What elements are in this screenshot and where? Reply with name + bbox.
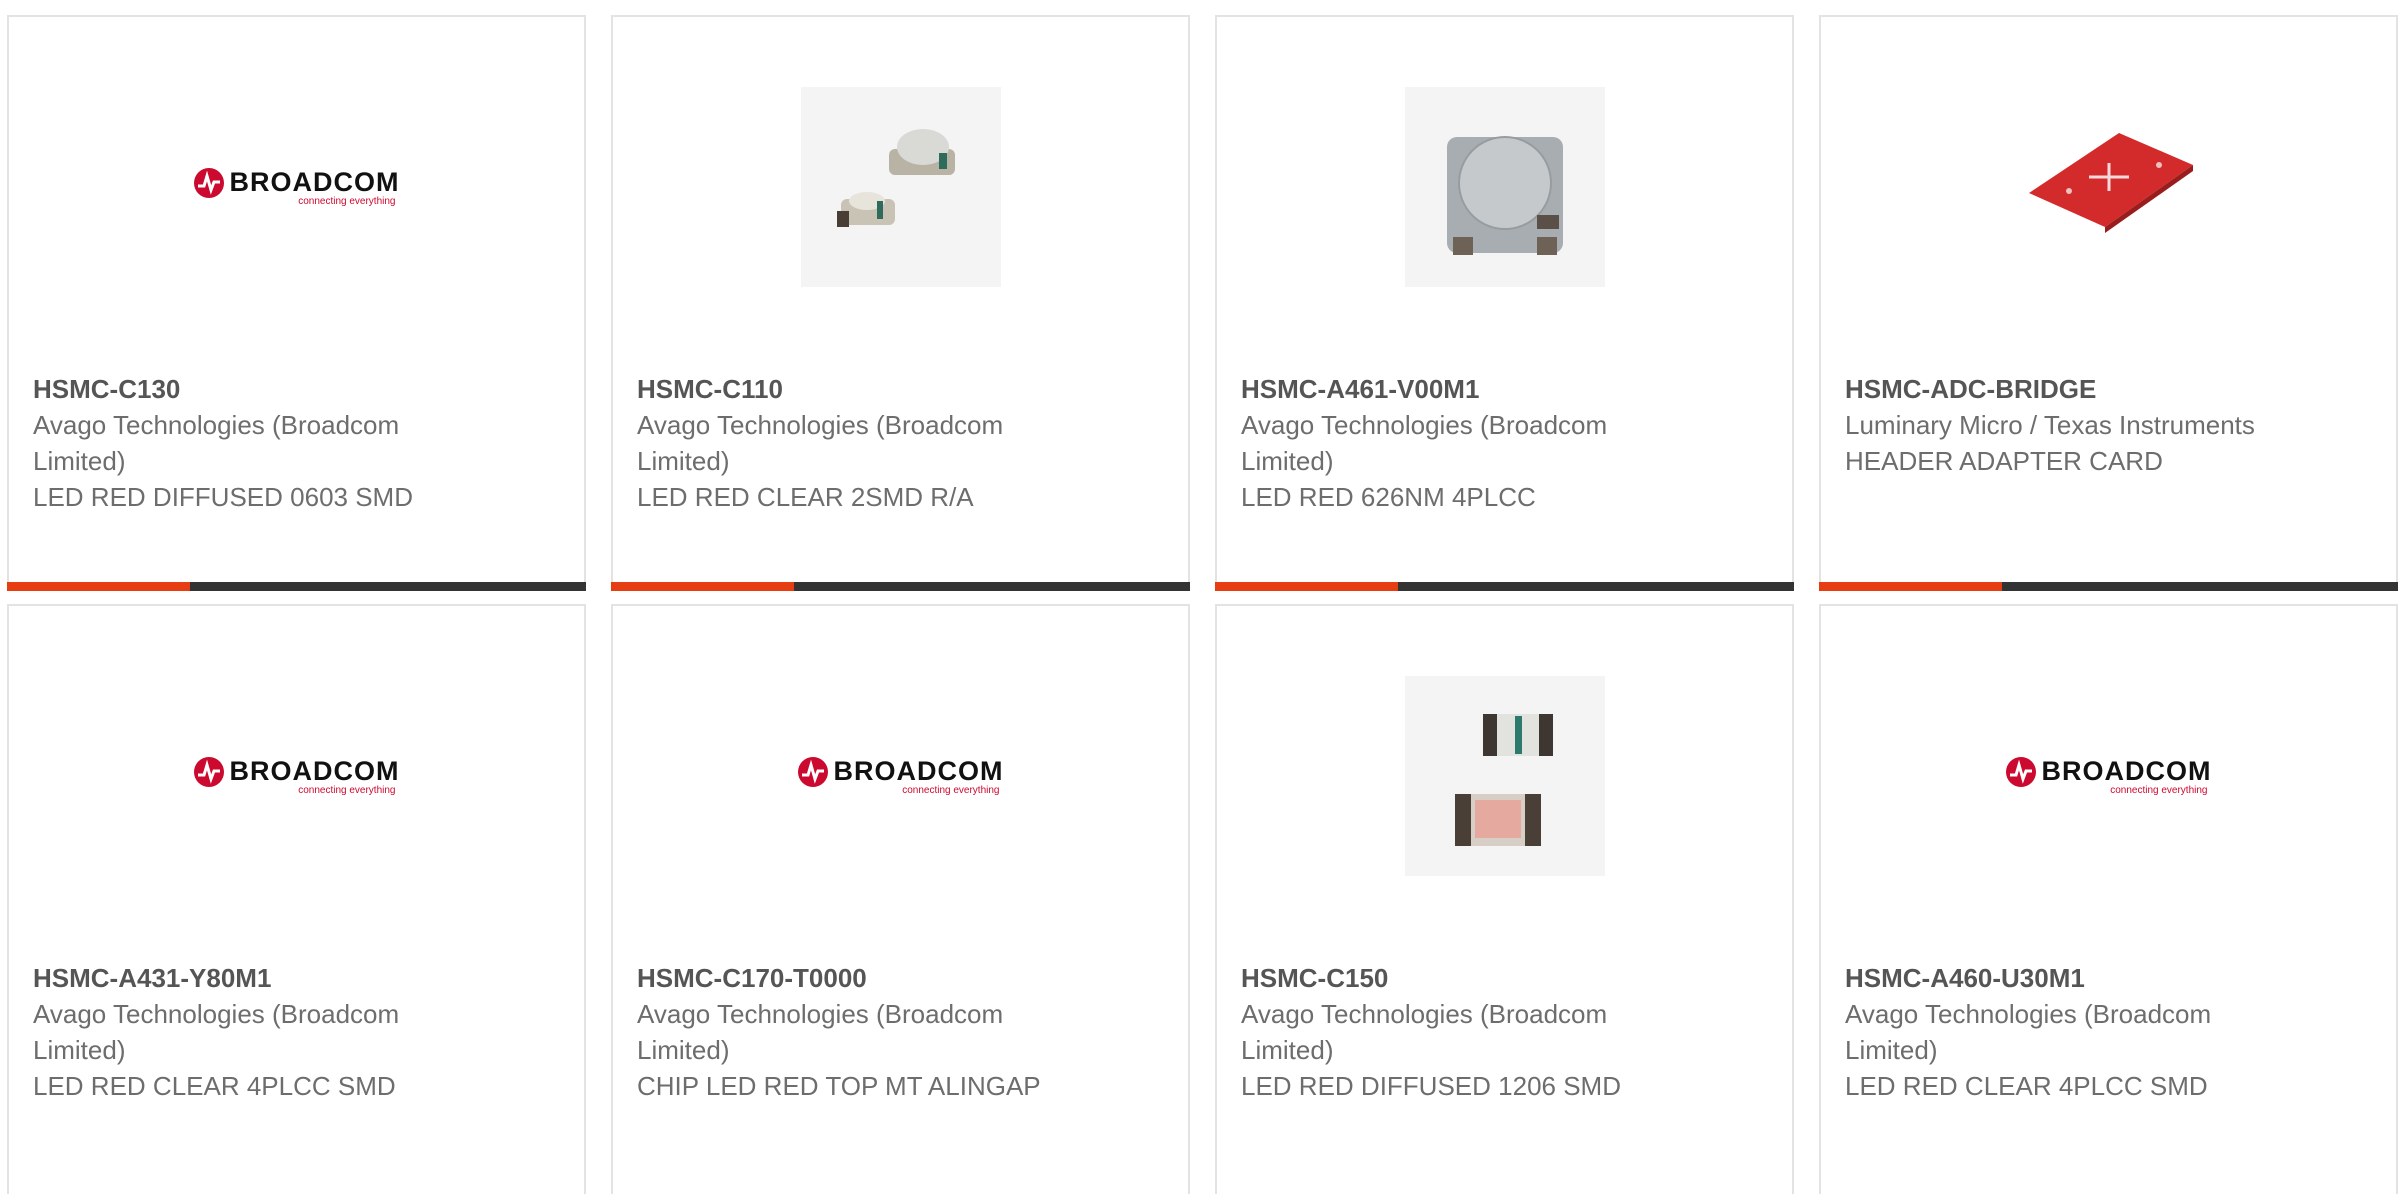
part-number[interactable]: HSMC-ADC-BRIDGE (1845, 371, 2285, 407)
part-number[interactable]: HSMC-C170-T0000 (637, 960, 1077, 996)
card-accent-bar (1819, 582, 2398, 591)
manufacturer: Avago Technologies (Broadcom Limited) (637, 999, 1004, 1065)
product-image[interactable] (1821, 17, 2396, 357)
part-number[interactable]: HSMC-C110 (637, 371, 1077, 407)
manufacturer: Avago Technologies (Broadcom Limited) (33, 999, 400, 1065)
manufacturer: Avago Technologies (Broadcom Limited) (637, 410, 1004, 476)
product-image[interactable]: BROADCOM connecting everything (1821, 606, 2396, 946)
broadcom-mark-icon (797, 756, 828, 787)
manufacturer: Avago Technologies (Broadcom Limited) (1241, 410, 1608, 476)
broadcom-logo: BROADCOM connecting everything (797, 756, 1004, 796)
part-number[interactable]: HSMC-A460-U30M1 (1845, 960, 2285, 996)
product-image[interactable]: BROADCOM connecting everything (9, 17, 584, 357)
description: CHIP LED RED TOP MT ALINGAP (637, 1071, 1041, 1101)
part-number[interactable]: HSMC-A461-V00M1 (1241, 371, 1681, 407)
product-card[interactable]: BROADCOM connecting everything HSMC-C170… (611, 604, 1190, 1194)
manufacturer: Luminary Micro / Texas Instruments (1845, 410, 2255, 440)
broadcom-logo: BROADCOM connecting everything (193, 756, 400, 796)
card-accent-bar (611, 582, 1190, 591)
part-number[interactable]: HSMC-C130 (33, 371, 473, 407)
product-image[interactable] (1217, 17, 1792, 357)
description: LED RED 626NM 4PLCC (1241, 482, 1536, 512)
plcc-dome-led-photo (1404, 87, 1605, 287)
description: LED RED DIFFUSED 0603 SMD (33, 482, 413, 512)
card-accent-bar (1215, 582, 1794, 591)
manufacturer: Avago Technologies (Broadcom Limited) (1241, 999, 1608, 1065)
part-number[interactable]: HSMC-A431-Y80M1 (33, 960, 473, 996)
broadcom-logo: BROADCOM connecting everything (193, 167, 400, 207)
broadcom-mark-icon (193, 167, 224, 198)
broadcom-logo: BROADCOM connecting everything (2005, 756, 2212, 796)
product-image[interactable]: BROADCOM connecting everything (9, 606, 584, 946)
description: LED RED CLEAR 4PLCC SMD (1845, 1071, 2208, 1101)
product-card[interactable]: HSMC-C110 Avago Technologies (Broadcom L… (611, 15, 1190, 591)
description: LED RED CLEAR 2SMD R/A (637, 482, 974, 512)
product-card[interactable]: HSMC-ADC-BRIDGE Luminary Micro / Texas I… (1819, 15, 2398, 591)
manufacturer: Avago Technologies (Broadcom Limited) (33, 410, 400, 476)
chip-led-1206-photo (1404, 676, 1605, 876)
product-card[interactable]: HSMC-A461-V00M1 Avago Technologies (Broa… (1215, 15, 1794, 591)
broadcom-mark-icon (2005, 756, 2036, 787)
product-card[interactable]: BROADCOM connecting everything HSMC-C130… (7, 15, 586, 591)
right-angle-led-photo (800, 87, 1001, 287)
part-number[interactable]: HSMC-C150 (1241, 960, 1681, 996)
product-card[interactable]: BROADCOM connecting everything HSMC-A460… (1819, 604, 2398, 1194)
product-image[interactable] (613, 17, 1188, 357)
red-pcb-board-photo (2008, 87, 2209, 287)
card-accent-bar (7, 582, 586, 591)
product-image[interactable] (1217, 606, 1792, 946)
product-card[interactable]: HSMC-C150 Avago Technologies (Broadcom L… (1215, 604, 1794, 1194)
product-image[interactable]: BROADCOM connecting everything (613, 606, 1188, 946)
description: LED RED CLEAR 4PLCC SMD (33, 1071, 396, 1101)
description: HEADER ADAPTER CARD (1845, 446, 2163, 476)
description: LED RED DIFFUSED 1206 SMD (1241, 1071, 1621, 1101)
broadcom-mark-icon (193, 756, 224, 787)
product-card[interactable]: BROADCOM connecting everything HSMC-A431… (7, 604, 586, 1194)
manufacturer: Avago Technologies (Broadcom Limited) (1845, 999, 2212, 1065)
